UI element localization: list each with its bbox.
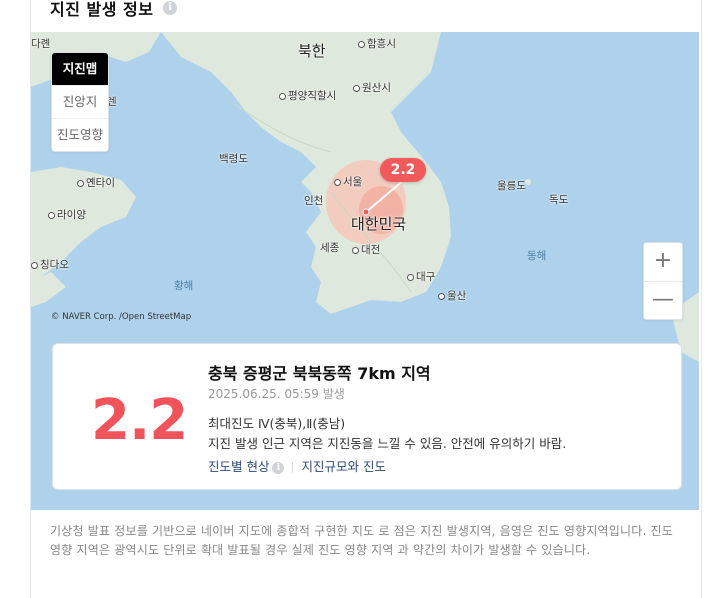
zoom-control: + —	[643, 242, 683, 320]
map-label-hamheung: 함흥시	[358, 36, 396, 51]
map-label-ulleung: 울릉도	[497, 180, 526, 192]
map-label-dalian: 다롄	[31, 38, 51, 50]
map-label-sejong: 세종	[320, 242, 340, 254]
map-label-daejeon: 대전	[352, 242, 380, 257]
magnitude-value: 2.2	[91, 388, 188, 453]
map-label-baekryeong: 백령도	[219, 153, 248, 165]
map-label-yellow-sea: 황해	[174, 280, 194, 292]
map-label-yantai: 옌타이	[77, 175, 115, 190]
card-links: 진도별 현상 i 지진규모와 진도	[208, 456, 386, 475]
map-label-dokdo: 독도	[549, 194, 569, 206]
map-label-laiyang: 라이양	[48, 207, 86, 222]
map-label-south-korea: 대한민국	[351, 215, 407, 233]
map-label-east-sea: 동해	[527, 250, 547, 262]
map-tabs: 지진맵 진앙지 진도영향	[51, 52, 109, 152]
zoom-out-button[interactable]: —	[644, 281, 682, 320]
earthquake-description: 지진 발생 인근 지역은 지진동을 느낄 수 있음. 안전에 유의하기 바람.	[208, 436, 567, 451]
magnitude-marker[interactable]: 2.2	[380, 158, 426, 182]
map-label-pyongyang: 평양직할시	[279, 88, 336, 103]
divider	[292, 462, 294, 473]
earthquake-time: 2025.06.25. 05:59 발생	[208, 387, 345, 401]
map-label-incheon: 인천	[304, 195, 324, 207]
max-intensity: 최대진도 Ⅳ(충북),Ⅱ(충남)	[208, 416, 346, 431]
map-label-daegu: 대구	[407, 269, 435, 284]
map-copyright: © NAVER Corp. /Open StreetMap	[51, 312, 192, 322]
map-label-ulsan: 울산	[438, 288, 466, 303]
map-label-north-korea: 북한	[298, 42, 326, 60]
intensity-phenomena-link[interactable]: 진도별 현상	[208, 459, 269, 474]
map-label-qingdao: 칭다오	[31, 257, 69, 272]
magnitude-intensity-link[interactable]: 지진규모와 진도	[301, 459, 385, 474]
zoom-in-button[interactable]: +	[644, 243, 682, 281]
tab-intensity[interactable]: 진도영향	[52, 118, 108, 151]
map-label-seoul: 서울	[334, 174, 362, 189]
tab-earthquake-map[interactable]: 지진맵	[52, 53, 108, 85]
tab-epicenter[interactable]: 진앙지	[52, 85, 108, 118]
earthquake-map[interactable]: 다롄 렌 북한 함흥시 평양직할시 원산시 백령도 서울 인천 대한민국 세종 …	[31, 32, 699, 510]
earthquake-info-card: 2.2 충북 증평군 북북동쪽 7km 지역 2025.06.25. 05:59…	[52, 343, 682, 490]
map-label-wonsan: 원산시	[353, 80, 391, 95]
info-icon[interactable]: i	[163, 1, 177, 15]
section-title: 지진 발생 정보	[50, 0, 154, 19]
footer-note: 기상청 발표 정보를 기반으로 네이버 지도에 종합적 구현한 지도 로 점은 …	[50, 524, 674, 557]
earthquake-location: 충북 증평군 북북동쪽 7km 지역	[208, 364, 431, 383]
info-icon[interactable]: i	[272, 461, 285, 474]
